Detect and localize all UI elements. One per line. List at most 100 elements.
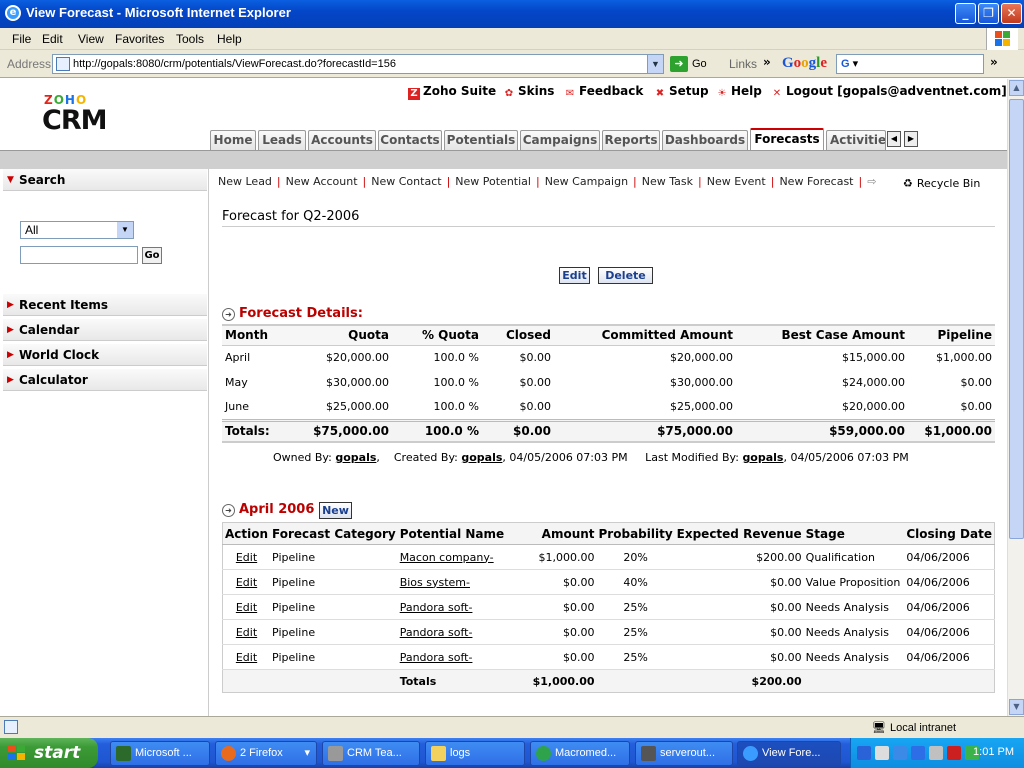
menu-file[interactable]: File — [12, 32, 31, 46]
cell-category: Pipeline — [270, 644, 398, 670]
zoho-suite-link[interactable]: Z Zoho Suite — [408, 84, 496, 100]
totals-row: Totals: $75,000.00 100.0 % $0.00 $75,000… — [222, 418, 995, 443]
sidebar-recent-items[interactable]: ▶ Recent Items — [3, 294, 207, 316]
recycle-bin-link[interactable]: ♻ Recycle Bin — [903, 177, 980, 190]
maximize-button[interactable]: ❐ — [978, 3, 999, 24]
task-microsoft[interactable]: Microsoft ... — [110, 741, 210, 766]
tab-leads[interactable]: Leads — [258, 130, 306, 150]
potential-name-link[interactable]: Pandora soft- — [397, 644, 513, 670]
page-icon — [56, 57, 70, 71]
setup-link[interactable]: ✖ Setup — [654, 84, 709, 100]
new-task-link[interactable]: New Task — [642, 175, 693, 188]
owner-link[interactable]: gopals — [335, 451, 376, 464]
row-edit-link[interactable]: Edit — [222, 619, 271, 645]
address-dropdown-icon[interactable]: ▼ — [647, 55, 663, 73]
address-input[interactable]: http://gopals:8080/crm/potentials/ViewFo… — [52, 54, 664, 74]
skins-link[interactable]: ✿ Skins — [503, 84, 555, 100]
task-firefox[interactable]: 2 Firefox ▾ — [215, 741, 317, 766]
tab-contacts[interactable]: Contacts — [378, 130, 442, 150]
new-account-link[interactable]: New Account — [286, 175, 358, 188]
tab-accounts[interactable]: Accounts — [308, 130, 376, 150]
logout-link[interactable]: ✕ Logout [gopals@adventnet.com] — [771, 84, 1007, 100]
scroll-thumb[interactable] — [1009, 99, 1024, 539]
sidebar-calculator[interactable]: ▶ Calculator — [3, 369, 207, 391]
vertical-scrollbar[interactable]: ▲ ▼ — [1007, 79, 1024, 716]
tab-home[interactable]: Home — [210, 130, 256, 150]
tray-app-icon[interactable] — [911, 746, 925, 760]
toolbar-chevron-icon[interactable]: » — [990, 55, 998, 69]
tray-network-icon[interactable] — [875, 746, 889, 760]
menu-edit[interactable]: Edit — [42, 32, 63, 46]
new-campaign-link[interactable]: New Campaign — [545, 175, 628, 188]
new-potential-link[interactable]: New Potential — [455, 175, 531, 188]
google-search-input[interactable]: G ▾ — [836, 54, 984, 74]
sidebar-calendar[interactable]: ▶ Calendar — [3, 319, 207, 341]
april-heading: ➜ April 2006 — [222, 502, 314, 517]
links-chevron-icon[interactable]: » — [763, 55, 771, 69]
help-link[interactable]: ☀ Help — [716, 84, 762, 100]
task-serverout[interactable]: serverout... — [635, 741, 733, 766]
sidebar-world-clock[interactable]: ▶ World Clock — [3, 344, 207, 366]
tab-scroll-left-icon[interactable]: ◀ — [887, 131, 901, 147]
col-best-case: Best Case Amount — [736, 324, 908, 346]
search-module-select[interactable]: All ▼ — [20, 221, 134, 239]
minimize-button[interactable]: _ — [955, 3, 976, 24]
new-lead-link[interactable]: New Lead — [218, 175, 272, 188]
row-edit-link[interactable]: Edit — [222, 594, 271, 620]
total-amount: $1,000.00 — [512, 669, 597, 693]
col-pipeline: Pipeline — [908, 324, 995, 346]
more-links-icon[interactable]: ⇨ — [867, 175, 876, 188]
task-view-forecast[interactable]: View Fore... — [737, 741, 841, 766]
tab-reports[interactable]: Reports — [602, 130, 660, 150]
cell-category: Pipeline — [270, 619, 398, 645]
total-closed: $0.00 — [482, 418, 554, 443]
tab-dashboards[interactable]: Dashboards — [662, 130, 748, 150]
go-button[interactable]: ➜ Go — [670, 55, 722, 73]
tab-campaigns[interactable]: Campaigns — [520, 130, 600, 150]
cell-probability: 25% — [596, 594, 675, 620]
tab-activities[interactable]: Activitie — [826, 130, 886, 150]
task-macromedia[interactable]: Macromed... — [530, 741, 630, 766]
delete-button[interactable]: Delete — [598, 267, 653, 284]
row-edit-link[interactable]: Edit — [222, 544, 271, 570]
scroll-up-icon[interactable]: ▲ — [1009, 80, 1024, 96]
row-edit-link[interactable]: Edit — [222, 644, 271, 670]
row-edit-link[interactable]: Edit — [222, 569, 271, 595]
edit-button[interactable]: Edit — [559, 267, 590, 284]
tab-potentials[interactable]: Potentials — [444, 130, 518, 150]
menu-help[interactable]: Help — [217, 32, 242, 46]
search-go-button[interactable]: Go — [142, 247, 162, 264]
links-label[interactable]: Links — [729, 57, 757, 71]
tray-x-icon[interactable] — [929, 746, 943, 760]
task-logs[interactable]: logs — [425, 741, 525, 766]
menu-view[interactable]: View — [78, 32, 104, 46]
feedback-link[interactable]: ✉ Feedback — [564, 84, 644, 100]
new-contact-link[interactable]: New Contact — [371, 175, 441, 188]
menu-tools[interactable]: Tools — [176, 32, 204, 46]
tray-arrow-icon[interactable] — [857, 746, 871, 760]
task-crm[interactable]: CRM Tea... — [322, 741, 420, 766]
potential-name-link[interactable]: Pandora soft- — [397, 619, 513, 645]
close-button[interactable]: ✕ — [1001, 3, 1022, 24]
potential-name-link[interactable]: Bios system- — [397, 569, 513, 595]
tray-sync-icon[interactable] — [893, 746, 907, 760]
windows-flag-icon — [8, 745, 26, 761]
new-forecast-link[interactable]: New Forecast — [779, 175, 853, 188]
modifier-link[interactable]: gopals — [742, 451, 783, 464]
new-event-link[interactable]: New Event — [707, 175, 766, 188]
forecast-table: Month Quota % Quota Closed Committed Amo… — [222, 324, 995, 443]
potential-name-link[interactable]: Pandora soft- — [397, 594, 513, 620]
search-input[interactable] — [20, 246, 138, 264]
start-button[interactable]: start — [0, 738, 98, 768]
sidebar-search-header[interactable]: ▼ Search — [3, 169, 207, 191]
potential-name-link[interactable]: Macon company- — [397, 544, 513, 570]
cell-pct-quota: 100.0 % — [433, 376, 479, 389]
new-forecast-entry-button[interactable]: New — [319, 502, 352, 519]
scroll-down-icon[interactable]: ▼ — [1009, 699, 1024, 715]
menu-favorites[interactable]: Favorites — [115, 32, 164, 46]
tab-forecasts[interactable]: Forecasts — [750, 128, 824, 150]
col-month: Month — [222, 324, 292, 346]
tray-w-icon[interactable] — [947, 746, 961, 760]
tab-scroll-right-icon[interactable]: ▶ — [904, 131, 918, 147]
creator-link[interactable]: gopals — [461, 451, 502, 464]
